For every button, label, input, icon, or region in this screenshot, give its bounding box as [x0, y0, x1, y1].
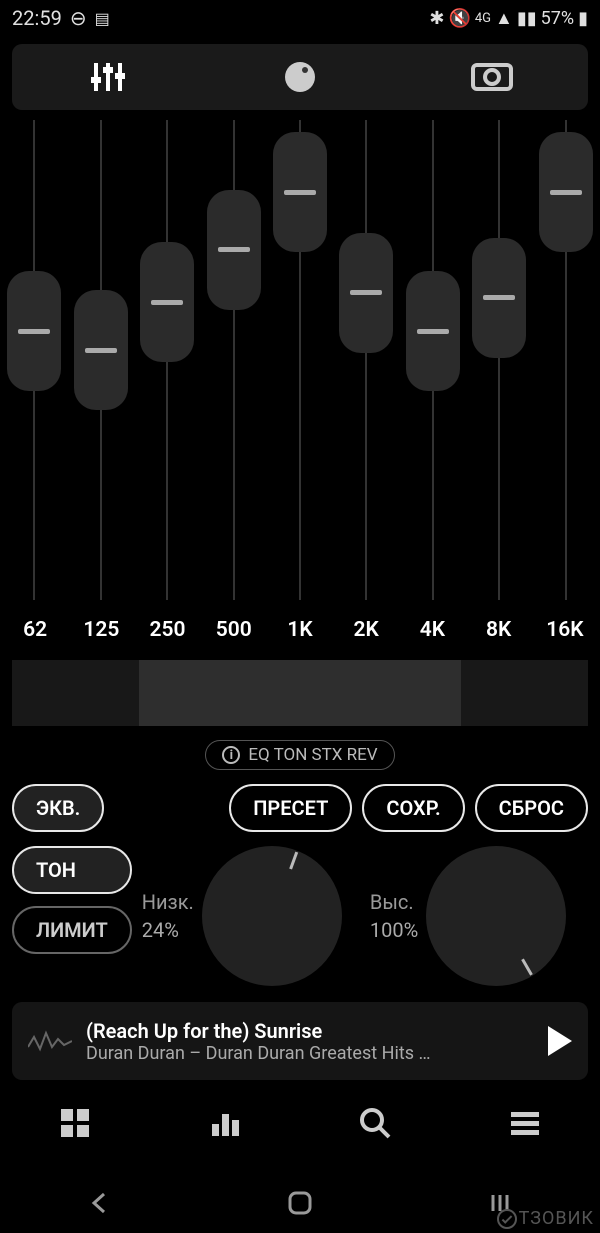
search-icon [357, 1105, 393, 1141]
eq-band-125[interactable] [68, 120, 132, 600]
freq-label-250: 250 [134, 618, 200, 642]
eq-band-62[interactable] [2, 120, 66, 600]
eq-track-line [365, 120, 367, 600]
tab-eq[interactable] [12, 44, 204, 110]
status-left: 22:59 ⊖ ▤ [12, 6, 110, 30]
signal-icon: ▮▮ [517, 8, 537, 29]
eq-band-1K[interactable] [268, 120, 332, 600]
save-button[interactable]: СОХР. [362, 784, 464, 832]
freq-label-500: 500 [201, 618, 267, 642]
high-knob-value: 100% [370, 918, 418, 942]
high-knob[interactable] [426, 846, 566, 986]
eq-nav[interactable] [150, 1088, 300, 1158]
info-chip-label: EQ TON STX REV [248, 745, 377, 765]
eq-sliders-area [0, 120, 600, 600]
freq-label-16K: 16K [532, 618, 598, 642]
freq-label-8K: 8K [466, 618, 532, 642]
wifi-icon: ▲ [495, 8, 513, 29]
ekv-button[interactable]: ЭКВ. [12, 784, 104, 832]
high-knob-indicator [521, 959, 533, 976]
watermark-text: ТЗОВИК [519, 1208, 594, 1229]
hamburger-icon [508, 1106, 542, 1140]
eq-track-line [498, 120, 500, 600]
eq-thumb-8K[interactable] [472, 238, 526, 358]
status-time: 22:59 [12, 6, 62, 30]
eq-thumb-500[interactable] [207, 190, 261, 310]
eq-thumb-1K[interactable] [273, 132, 327, 252]
now-playing-text: (Reach Up for the) Sunrise Duran Duran –… [86, 1019, 534, 1064]
sliders-icon [88, 59, 128, 95]
high-knob-group: Выс. 100% [370, 846, 588, 986]
eq-thumb-250[interactable] [140, 242, 194, 362]
library-nav[interactable] [0, 1088, 150, 1158]
home-icon [287, 1190, 313, 1216]
info-chip[interactable]: i EQ TON STX REV [205, 740, 394, 770]
freq-label-4K: 4K [399, 618, 465, 642]
chevron-left-icon [89, 1192, 111, 1214]
eq-band-16K[interactable] [534, 120, 598, 600]
eq-band-500[interactable] [201, 120, 265, 600]
status-right: ✱ 🔇 4G ▲ ▮▮ 57% ▮ [429, 8, 588, 29]
tone-button[interactable]: ТОН [12, 846, 132, 894]
battery-percent: 57% [541, 8, 574, 29]
info-icon: i [222, 746, 240, 764]
bars-icon [208, 1106, 242, 1140]
low-knob-group: Низк. 24% [142, 846, 360, 986]
eq-thumb-4K[interactable] [406, 271, 460, 391]
eq-thumb-62[interactable] [7, 271, 61, 391]
preset-button[interactable]: ПРЕСЕТ [229, 784, 352, 832]
track-title: (Reach Up for the) Sunrise [86, 1019, 534, 1043]
eq-thumb-2K[interactable] [339, 233, 393, 353]
back-button[interactable] [85, 1188, 115, 1218]
low-knob-value: 24% [142, 918, 194, 942]
network-4g-icon: 4G [475, 11, 491, 26]
app-bottom-nav [0, 1088, 600, 1158]
knob-icon [283, 60, 317, 94]
speaker-icon [469, 59, 515, 95]
now-playing-bar[interactable]: (Reach Up for the) Sunrise Duran Duran –… [12, 1002, 588, 1080]
home-button[interactable] [285, 1188, 315, 1218]
menu-nav[interactable] [450, 1088, 600, 1158]
tab-output[interactable] [396, 44, 588, 110]
freq-label-1K: 1K [267, 618, 333, 642]
tab-bar [12, 44, 588, 110]
button-row-1: ЭКВ. ПРЕСЕТ СОХР. СБРОС [0, 784, 600, 832]
freq-label-62: 62 [2, 618, 68, 642]
reset-button[interactable]: СБРОС [475, 784, 588, 832]
eq-band-2K[interactable] [334, 120, 398, 600]
dnd-icon: ⊖ [70, 6, 87, 30]
watermark: ТЗОВИК [497, 1208, 594, 1229]
freq-labels-row: 621252505001K2K4K8K16K [0, 618, 600, 642]
low-knob-label: Низк. [142, 890, 194, 914]
eq-band-250[interactable] [135, 120, 199, 600]
app-icon: ▤ [95, 9, 110, 28]
battery-icon: ▮ [578, 8, 588, 29]
bluetooth-icon: ✱ [429, 8, 444, 29]
eq-band-4K[interactable] [401, 120, 465, 600]
freq-label-125: 125 [68, 618, 134, 642]
tone-section: ТОН ЛИМИТ Низк. 24% Выс. 100% [0, 846, 600, 986]
grid-icon [58, 1106, 92, 1140]
low-knob-indicator [289, 852, 298, 870]
high-knob-label: Выс. [370, 890, 418, 914]
eq-band-8K[interactable] [467, 120, 531, 600]
search-nav[interactable] [300, 1088, 450, 1158]
low-knob[interactable] [202, 846, 342, 986]
eq-thumb-125[interactable] [74, 290, 128, 410]
eq-thumb-16K[interactable] [539, 132, 593, 252]
preamp-fill [139, 660, 462, 726]
status-bar: 22:59 ⊖ ▤ ✱ 🔇 4G ▲ ▮▮ 57% ▮ [0, 0, 600, 36]
watermark-logo-icon [497, 1209, 517, 1229]
waveform-icon [28, 1029, 72, 1053]
tab-knob[interactable] [204, 44, 396, 110]
mute-icon: 🔇 [448, 8, 470, 29]
limit-button[interactable]: ЛИМИТ [12, 906, 132, 954]
track-artist: Duran Duran – Duran Duran Greatest Hits … [86, 1043, 534, 1064]
freq-label-2K: 2K [333, 618, 399, 642]
play-icon[interactable] [548, 1026, 572, 1056]
preamp-slider[interactable] [12, 660, 588, 726]
